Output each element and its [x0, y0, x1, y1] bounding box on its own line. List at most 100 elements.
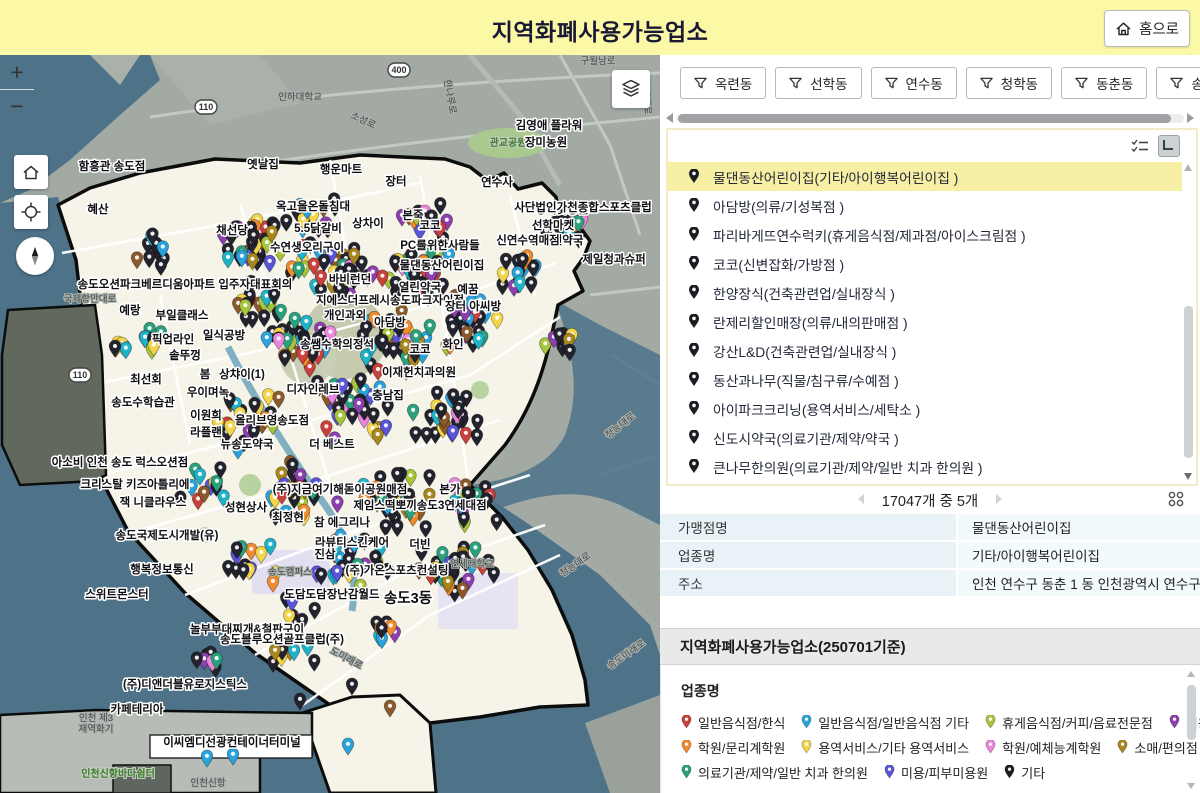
svg-text:부일클래스: 부일클래스: [156, 308, 209, 322]
list-item-label: 파리바게뜨연수럭키(휴게음식점/제과점/아이스크림점 ): [713, 225, 1026, 245]
legend-pin-icon: [801, 740, 812, 755]
list-item[interactable]: 파리바게뜨연수럭키(휴게음식점/제과점/아이스크림점 ): [668, 220, 1182, 249]
legend-item-label: 의료기관/제약/일반 치과 한의원: [698, 763, 868, 782]
legend-scroll-up-icon[interactable]: [1187, 671, 1195, 677]
list-item[interactable]: 큰나무한의원(의료기관/제약/일반 치과 한의원 ): [668, 452, 1182, 481]
legend-item-label: 일반음식점/일반음식점 기타: [818, 713, 969, 732]
legend-scroll-down-icon[interactable]: [1187, 783, 1195, 789]
checklist-icon[interactable]: [1130, 136, 1150, 156]
list-item[interactable]: 한양장식(건축관련업/실내장식 ): [668, 278, 1182, 307]
svg-text:더 베스트: 더 베스트: [309, 437, 355, 451]
scroll-right-icon[interactable]: [1187, 113, 1194, 123]
filter-button-옥련동[interactable]: 옥련동: [680, 67, 766, 99]
svg-text:뉴송도약국: 뉴송도약국: [221, 437, 274, 451]
svg-text:개인과외: 개인과외: [324, 308, 366, 322]
svg-text:재역화기: 재역화기: [79, 724, 114, 735]
list-pin-icon: [688, 285, 700, 301]
map-locate-button[interactable]: [14, 195, 48, 229]
home-button-label: 홈으로: [1139, 18, 1179, 39]
svg-text:예랑: 예랑: [119, 303, 141, 317]
next-page-icon[interactable]: [996, 494, 1002, 504]
svg-text:디자인레브: 디자인레브: [287, 382, 340, 396]
list-item[interactable]: 아담방(의류/기성복점 ): [668, 191, 1182, 220]
legend-pin-icon: [1117, 740, 1128, 755]
legend-item: 휴게음식점/커피/음료전문점: [985, 713, 1153, 732]
map-canvas[interactable]: 110400110 인하대학교구월남로소성로한나루로미추홀대로관교공원청능대로청…: [0, 55, 660, 793]
scroll-down-icon[interactable]: [1184, 473, 1192, 480]
layers-button[interactable]: [612, 70, 650, 108]
svg-text:장터 아씨방: 장터 아씨방: [445, 299, 502, 313]
top-header: 지역화폐사용가능업소 홈으로: [0, 0, 1200, 56]
store-list: 물댄동산어린이집(기타/아이행복어린이집 )아담방(의류/기성복점 ) 파리바게뜨…: [666, 128, 1198, 486]
scroll-left-icon[interactable]: [666, 113, 673, 123]
svg-text:참 에그리나: 참 에그리나: [314, 515, 371, 529]
legend-item: 의료기관/제약/일반 치과 한의원: [681, 763, 868, 782]
map-home-button[interactable]: [14, 155, 48, 189]
filter-button-송도동[interactable]: 송도동: [1156, 67, 1200, 99]
legend-item: 기타: [1004, 763, 1045, 782]
svg-text:충남집: 충남집: [372, 388, 404, 402]
legend-scrollbar-thumb[interactable]: [1187, 685, 1196, 740]
list-item[interactable]: 물댄동산어린이집(기타/아이행복어린이집 ): [668, 162, 1182, 191]
svg-text:이원희: 이원희: [190, 408, 222, 422]
svg-text:지에스더프레시송도파크자이점: 지에스더프레시송도파크자이점: [316, 293, 464, 307]
detail-value: 기타/아이행복어린이집: [958, 542, 1200, 568]
legend-pin-icon: [681, 765, 692, 780]
svg-text:장미농원: 장미농원: [525, 135, 567, 149]
list-item[interactable]: 강산L&D(건축관련업/실내장식 ): [668, 336, 1182, 365]
grid-view-icon[interactable]: [1166, 489, 1186, 509]
legend-pin-icon: [884, 765, 895, 780]
filter-button-선학동[interactable]: 선학동: [775, 67, 861, 99]
list-scrollbar-thumb[interactable]: [1184, 306, 1193, 458]
svg-text:송도3동: 송도3동: [384, 590, 432, 607]
pagination-label: 17047개 중 5개: [660, 490, 1200, 511]
filter-label: 동춘동: [1096, 73, 1133, 93]
layers-icon: [620, 78, 642, 100]
store-detail-table: 가맹점명물댄동산어린이집업종명기타/아이행복어린이집주소인천 연수구 동춘 1 …: [660, 514, 1200, 598]
svg-text:봄: 봄: [200, 367, 211, 381]
svg-text:물댄동산어린이집: 물댄동산어린이집: [400, 258, 485, 272]
svg-text:성현상사: 성현상사: [225, 500, 268, 514]
list-item[interactable]: 아이파크크리닝(용역서비스/세탁소 ): [668, 394, 1182, 423]
legend-item-label: 휴게음식점/커피/음료전문점: [1002, 713, 1153, 732]
svg-text:110: 110: [73, 370, 88, 380]
legend-body: 업종명 일반음식점/한식일반음식점/일반음식점 기타휴게음식점/커피/음료전문점…: [660, 665, 1200, 793]
list-item[interactable]: 신도시약국(의료기관/제약/약국 ): [668, 423, 1182, 452]
side-panel: 옥련동선학동연수동청학동동춘동송도동 물댄동산어린: [660, 55, 1200, 793]
svg-text:잭 니클라우스: 잭 니클라우스: [120, 495, 187, 509]
svg-text:관교공원: 관교공원: [490, 136, 527, 149]
expand-corner-icon[interactable]: [1158, 135, 1180, 157]
svg-text:400: 400: [391, 65, 406, 75]
svg-text:국제항만대로: 국제항만대로: [64, 294, 117, 305]
svg-text:옛날집: 옛날집: [247, 157, 279, 171]
list-item[interactable]: 코코(신변잡화/가방점 ): [668, 249, 1182, 278]
svg-text:송쌤수학의정석: 송쌤수학의정석: [300, 337, 374, 351]
filter-button-청학동[interactable]: 청학동: [966, 67, 1052, 99]
legend-pin-icon: [985, 740, 996, 755]
svg-text:함흥관 송도점: 함흥관 송도점: [79, 159, 146, 173]
scroll-up-icon[interactable]: [1184, 164, 1192, 171]
list-item[interactable]: 동산과나무(직물/침구류/수예점 ): [668, 365, 1182, 394]
svg-text:110: 110: [199, 102, 214, 112]
svg-text:연수사: 연수사: [481, 175, 513, 189]
list-item[interactable]: 란제리할인매장(의류/내의판매점 ): [668, 307, 1182, 336]
filter-scrollbar[interactable]: [666, 111, 1194, 125]
svg-text:일식공방: 일식공방: [203, 328, 246, 342]
svg-text:옥고을온돌침대: 옥고을온돌침대: [276, 199, 350, 213]
svg-text:바비런던: 바비런던: [329, 272, 371, 286]
svg-text:인하대학교: 인하대학교: [278, 91, 322, 103]
svg-text:아소비 인천 송도 럭스오션점: 아소비 인천 송도 럭스오션점: [52, 455, 189, 469]
zoom-in-button[interactable]: +: [0, 55, 34, 90]
list-scrollbar[interactable]: [1183, 164, 1194, 480]
legend-scrollbar[interactable]: [1187, 671, 1197, 789]
list-item-label: 코코(신변잡화/가방점 ): [713, 254, 844, 274]
home-button[interactable]: 홈으로: [1104, 10, 1190, 47]
zoom-out-button[interactable]: −: [0, 89, 34, 123]
scrollbar-thumb[interactable]: [678, 114, 1171, 123]
compass[interactable]: [16, 237, 54, 275]
filter-button-연수동[interactable]: 연수동: [871, 67, 957, 99]
legend-panel: 지역화폐사용가능업소(250701기준) 업종명 일반음식점/한식일반음식점/일…: [660, 628, 1200, 793]
scrollbar-track[interactable]: [676, 114, 1184, 123]
filter-button-동춘동[interactable]: 동춘동: [1061, 67, 1147, 99]
svg-text:이재헌치과의원: 이재헌치과의원: [382, 365, 456, 379]
